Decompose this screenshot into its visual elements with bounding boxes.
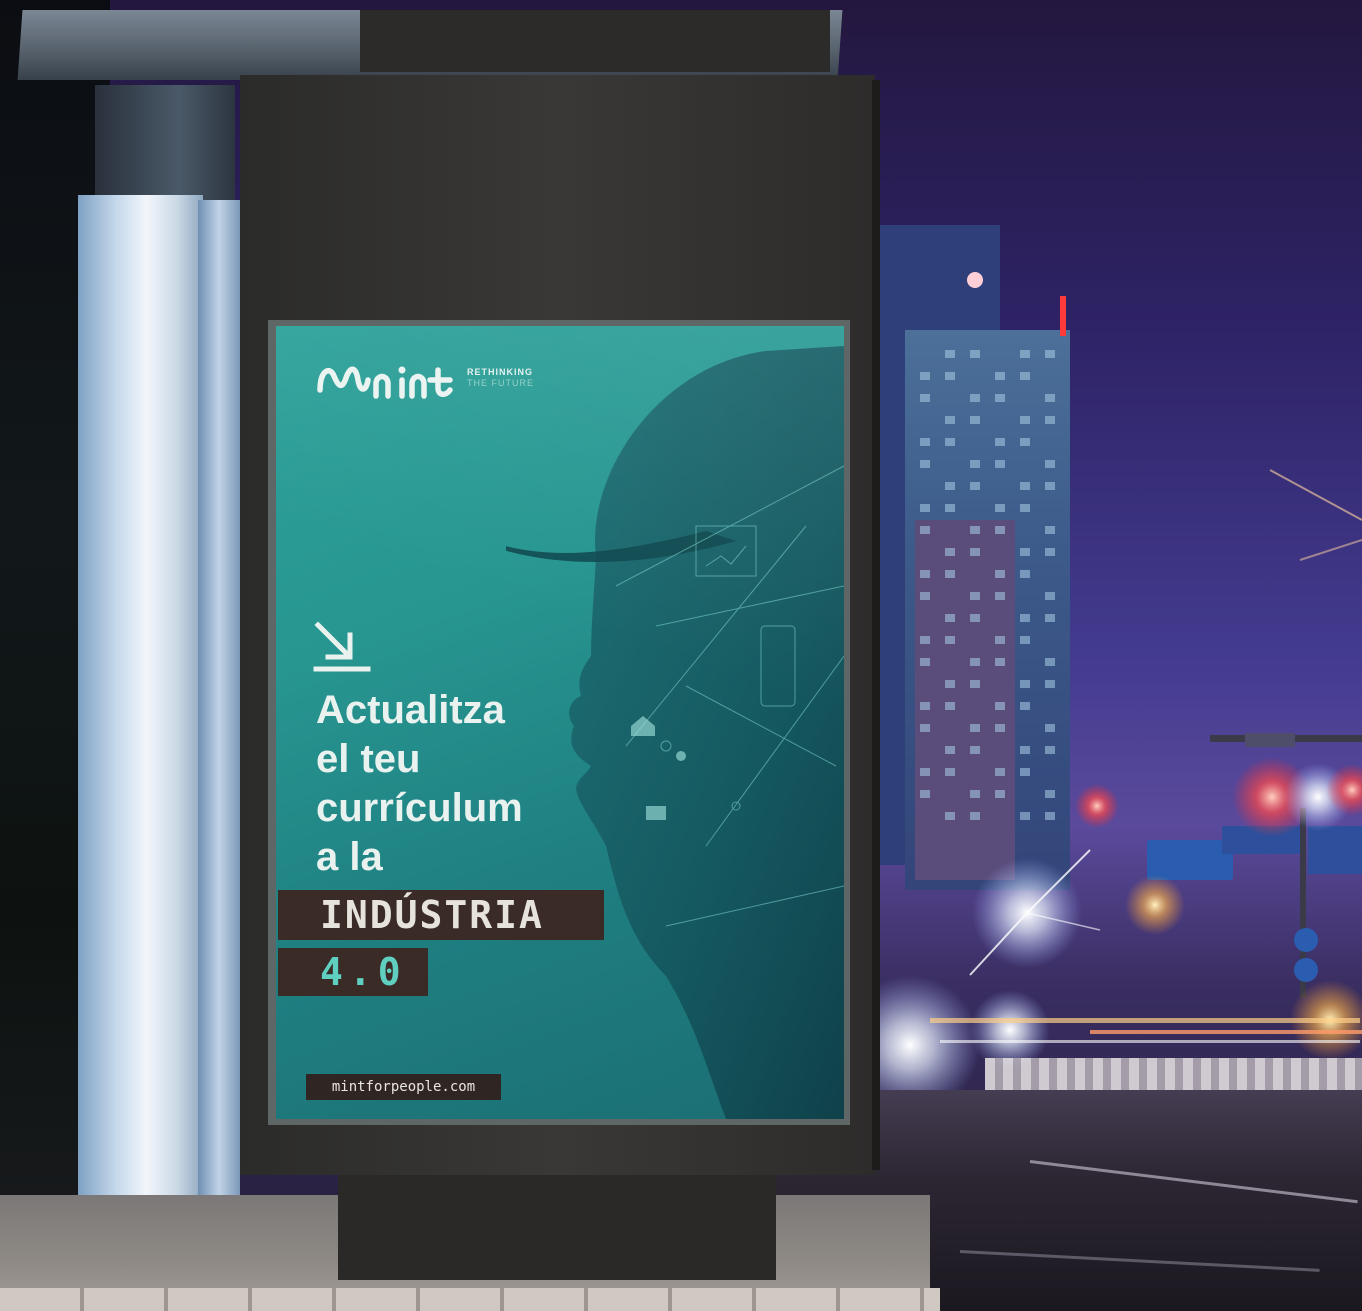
- logo-tagline-line2: THE FUTURE: [467, 378, 534, 388]
- headline-line-1: Actualitza: [316, 688, 505, 732]
- shelter-roof-shadow: [360, 10, 830, 72]
- logo-tagline: RETHINKING THE FUTURE: [467, 367, 534, 389]
- headline-line-2: el teu: [316, 737, 421, 781]
- advertising-poster: RETHINKING THE FUTURE Actualitza el teu …: [276, 326, 844, 1119]
- curb: [0, 1288, 940, 1311]
- ad-cabinet-edge: [872, 80, 880, 1170]
- headline-line-3: currículum: [316, 786, 523, 830]
- shelter-glass-panel: [78, 195, 203, 1215]
- shelter-panel-edge: [198, 200, 240, 1210]
- website-url: mintforpeople.com: [306, 1074, 501, 1100]
- mint-logo-icon: [317, 366, 453, 399]
- ad-cabinet-base: [338, 1175, 776, 1280]
- headline-line-4: a la: [316, 835, 383, 879]
- shelter-pillar-top: [95, 85, 235, 200]
- poster-headline: Actualitza el teu currículum a la: [316, 686, 523, 882]
- arrow-down-right-icon: [313, 621, 371, 672]
- bus-stop-night-scene: RETHINKING THE FUTURE Actualitza el teu …: [0, 0, 1362, 1311]
- industria-tag: INDÚSTRIA: [278, 890, 604, 940]
- worker-portrait: [506, 346, 844, 1119]
- version-tag: 4.0: [278, 948, 428, 996]
- logo-tagline-line1: RETHINKING: [467, 367, 533, 377]
